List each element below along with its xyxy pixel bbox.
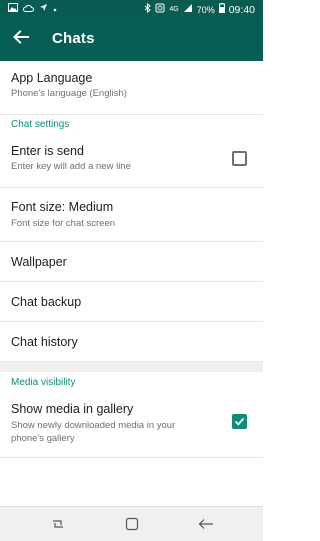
section-divider bbox=[0, 362, 263, 372]
page-title: Chats bbox=[52, 30, 95, 47]
battery-percent: 70% bbox=[196, 4, 215, 15]
setting-subtitle: Font size for chat screen bbox=[11, 218, 116, 229]
setting-title: Enter is send bbox=[11, 144, 84, 158]
recent-apps-icon bbox=[50, 519, 66, 536]
setting-wallpaper[interactable]: Wallpaper bbox=[0, 242, 263, 282]
dot-icon bbox=[53, 3, 57, 15]
settings-list: App Language Phone's language (English) … bbox=[0, 61, 263, 458]
setting-title: App Language bbox=[11, 71, 93, 85]
setting-title: Chat backup bbox=[11, 295, 82, 309]
status-right-icons: 4G 70% 09:40 bbox=[144, 2, 255, 16]
network-type: 4G bbox=[169, 5, 179, 13]
setting-subtitle-line1: Show newly downloaded media in your bbox=[11, 420, 176, 431]
location-icon bbox=[39, 3, 48, 15]
cloud-icon bbox=[23, 3, 34, 15]
back-icon bbox=[198, 519, 214, 536]
bluetooth-icon bbox=[144, 2, 152, 16]
setting-show-media[interactable]: Show media in gallery Show newly downloa… bbox=[0, 396, 263, 458]
enter-is-send-checkbox[interactable] bbox=[232, 151, 247, 166]
nav-back-button[interactable] bbox=[198, 516, 214, 532]
setting-chat-backup[interactable]: Chat backup bbox=[0, 282, 263, 322]
arrow-left-icon bbox=[13, 29, 29, 49]
recent-apps-button[interactable] bbox=[50, 516, 66, 532]
status-left-icons bbox=[8, 3, 57, 15]
setting-chat-history[interactable]: Chat history bbox=[0, 322, 263, 362]
app-bar: Chats bbox=[0, 18, 263, 61]
clock: 09:40 bbox=[228, 3, 255, 16]
setting-title: Show media in gallery bbox=[11, 402, 134, 416]
status-bar: 4G 70% 09:40 bbox=[0, 0, 263, 18]
show-media-checkbox[interactable] bbox=[232, 414, 247, 429]
back-button[interactable] bbox=[8, 26, 34, 52]
section-label: Media visibility bbox=[11, 377, 76, 388]
setting-subtitle-line2: phone's gallery bbox=[11, 433, 75, 444]
image-icon bbox=[8, 3, 18, 15]
setting-app-language[interactable]: App Language Phone's language (English) bbox=[0, 61, 263, 115]
section-header-chat-settings: Chat settings bbox=[0, 115, 263, 141]
check-icon bbox=[234, 417, 245, 426]
setting-title: Chat history bbox=[11, 335, 78, 349]
setting-font-size[interactable]: Font size: Medium Font size for chat scr… bbox=[0, 188, 263, 242]
system-nav-bar bbox=[0, 506, 263, 541]
home-button[interactable] bbox=[124, 516, 140, 532]
home-icon bbox=[124, 517, 140, 536]
setting-title: Font size: Medium bbox=[11, 200, 114, 214]
setting-enter-is-send[interactable]: Enter is send Enter key will add a new l… bbox=[0, 141, 263, 188]
battery-icon bbox=[218, 3, 225, 16]
section-header-media-visibility: Media visibility bbox=[0, 372, 263, 396]
setting-subtitle: Enter key will add a new line bbox=[11, 161, 131, 172]
setting-subtitle: Phone's language (English) bbox=[11, 88, 127, 99]
setting-title: Wallpaper bbox=[11, 255, 67, 269]
alarm-icon bbox=[155, 3, 165, 16]
signal-icon bbox=[183, 3, 193, 16]
section-label: Chat settings bbox=[11, 119, 70, 130]
